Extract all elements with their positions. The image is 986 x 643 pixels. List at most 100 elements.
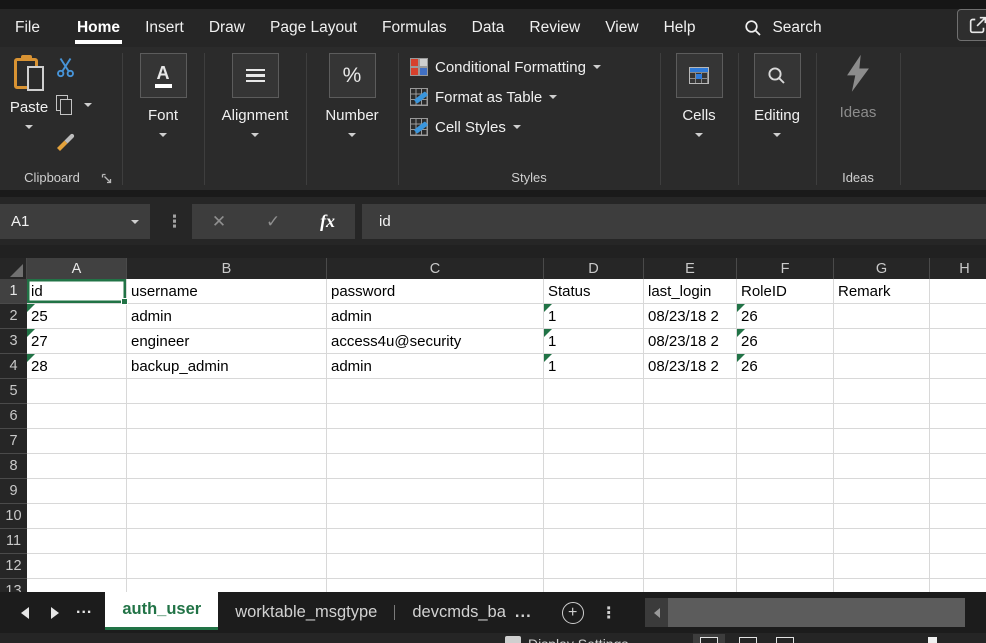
sheet-nav-more[interactable]: ...	[76, 600, 92, 618]
sheet-tab-devcmds-ba[interactable]: devcmds_ba...	[395, 592, 548, 633]
column-header-h[interactable]: H	[930, 258, 986, 279]
cell-D6[interactable]	[544, 404, 644, 429]
formula-bar-dots-icon[interactable]: ⋮	[166, 204, 183, 239]
cell-F10[interactable]	[737, 504, 834, 529]
cell-E7[interactable]	[644, 429, 737, 454]
cell-F2[interactable]: 26	[737, 304, 834, 329]
cell-F7[interactable]	[737, 429, 834, 454]
row-header-9[interactable]: 9	[0, 479, 27, 504]
menu-tab-data[interactable]: Data	[472, 9, 505, 47]
clipboard-dialog-launcher[interactable]	[101, 173, 112, 184]
cell-D3[interactable]: 1	[544, 329, 644, 354]
display-settings-label[interactable]: Display Settings	[528, 636, 632, 643]
ideas-button[interactable]: Ideas	[816, 53, 900, 121]
cell-H3[interactable]	[930, 329, 986, 354]
cell-H7[interactable]	[930, 429, 986, 454]
cell-F4[interactable]: 26	[737, 354, 834, 379]
cell-G2[interactable]	[834, 304, 930, 329]
cell-G7[interactable]	[834, 429, 930, 454]
sheet-tab-worktable-msgtype[interactable]: worktable_msgtype	[218, 592, 394, 633]
paste-button[interactable]: Paste	[8, 55, 50, 129]
cell-G4[interactable]	[834, 354, 930, 379]
column-header-e[interactable]: E	[644, 258, 737, 279]
cell-D8[interactable]	[544, 454, 644, 479]
column-header-g[interactable]: G	[834, 258, 930, 279]
menu-tab-draw[interactable]: Draw	[209, 9, 245, 47]
cell-A9[interactable]	[27, 479, 127, 504]
cell-E5[interactable]	[644, 379, 737, 404]
tab-options-dots-icon[interactable]: ⋮	[601, 603, 617, 623]
cell-D5[interactable]	[544, 379, 644, 404]
cell-H8[interactable]	[930, 454, 986, 479]
cut-button[interactable]	[55, 57, 76, 78]
cell-A6[interactable]	[27, 404, 127, 429]
cell-B12[interactable]	[127, 554, 327, 579]
menu-tab-file[interactable]: File	[15, 9, 40, 47]
cell-C2[interactable]: admin	[327, 304, 544, 329]
menu-tab-insert[interactable]: Insert	[145, 9, 184, 47]
page-layout-view-icon[interactable]	[739, 637, 757, 643]
cell-H11[interactable]	[930, 529, 986, 554]
column-header-a[interactable]: A	[27, 258, 127, 279]
menu-tab-page-layout[interactable]: Page Layout	[270, 9, 357, 47]
cell-G3[interactable]	[834, 329, 930, 354]
cell-E2[interactable]: 08/23/18 2	[644, 304, 737, 329]
cells-group-button[interactable]: Cells	[660, 53, 738, 137]
cell-D11[interactable]	[544, 529, 644, 554]
column-header-c[interactable]: C	[327, 258, 544, 279]
row-header-3[interactable]: 3	[0, 329, 27, 354]
styles-item-conditional-formatting[interactable]: Conditional Formatting	[410, 56, 601, 78]
cell-B5[interactable]	[127, 379, 327, 404]
cell-A8[interactable]	[27, 454, 127, 479]
cell-A5[interactable]	[27, 379, 127, 404]
cell-A1[interactable]: id	[27, 279, 127, 304]
name-box[interactable]: A1	[0, 204, 150, 239]
cell-C6[interactable]	[327, 404, 544, 429]
cell-C10[interactable]	[327, 504, 544, 529]
cell-C8[interactable]	[327, 454, 544, 479]
scroll-left-arrow[interactable]	[645, 598, 668, 627]
column-header-b[interactable]: B	[127, 258, 327, 279]
cell-E9[interactable]	[644, 479, 737, 504]
cell-E12[interactable]	[644, 554, 737, 579]
cell-H12[interactable]	[930, 554, 986, 579]
cell-G10[interactable]	[834, 504, 930, 529]
cell-D12[interactable]	[544, 554, 644, 579]
cell-A13[interactable]	[27, 579, 127, 592]
cell-C4[interactable]: admin	[327, 354, 544, 379]
cell-C9[interactable]	[327, 479, 544, 504]
editing-group-button[interactable]: Editing	[738, 53, 816, 137]
zoom-slider-fragment[interactable]	[928, 637, 937, 643]
cell-E10[interactable]	[644, 504, 737, 529]
cell-H13[interactable]	[930, 579, 986, 592]
cell-G11[interactable]	[834, 529, 930, 554]
cell-D9[interactable]	[544, 479, 644, 504]
search-box[interactable]: Search	[744, 19, 821, 37]
cell-B1[interactable]: username	[127, 279, 327, 304]
cell-D4[interactable]: 1	[544, 354, 644, 379]
row-header-2[interactable]: 2	[0, 304, 27, 329]
cell-E3[interactable]: 08/23/18 2	[644, 329, 737, 354]
cell-B2[interactable]: admin	[127, 304, 327, 329]
column-header-f[interactable]: F	[737, 258, 834, 279]
cell-E6[interactable]	[644, 404, 737, 429]
cell-C13[interactable]	[327, 579, 544, 592]
cell-D7[interactable]	[544, 429, 644, 454]
cell-H2[interactable]	[930, 304, 986, 329]
cell-H10[interactable]	[930, 504, 986, 529]
cell-E11[interactable]	[644, 529, 737, 554]
new-sheet-button[interactable]: +	[562, 602, 584, 624]
cell-E8[interactable]	[644, 454, 737, 479]
cell-E1[interactable]: last_login	[644, 279, 737, 304]
cell-G12[interactable]	[834, 554, 930, 579]
sheet-tab-auth-user[interactable]: auth_user	[105, 592, 218, 630]
cell-B8[interactable]	[127, 454, 327, 479]
row-header-6[interactable]: 6	[0, 404, 27, 429]
row-header-12[interactable]: 12	[0, 554, 27, 579]
cell-C3[interactable]: access4u@security	[327, 329, 544, 354]
cell-F12[interactable]	[737, 554, 834, 579]
horizontal-scrollbar[interactable]	[645, 598, 965, 627]
cell-C11[interactable]	[327, 529, 544, 554]
share-button[interactable]	[957, 9, 986, 41]
scrollbar-thumb[interactable]	[668, 598, 965, 627]
